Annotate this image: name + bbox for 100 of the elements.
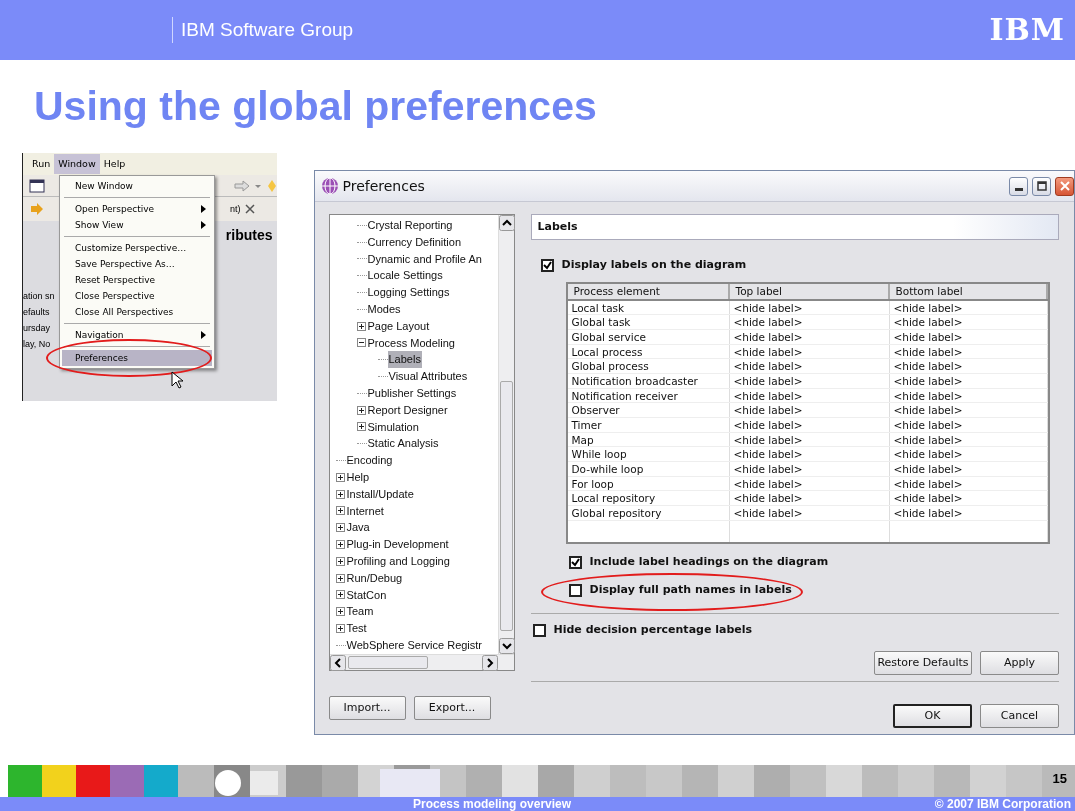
table-cell: <hide label> xyxy=(729,447,890,462)
horizontal-scrollbar[interactable] xyxy=(329,654,514,670)
scroll-right-icon[interactable] xyxy=(481,655,498,671)
tree-item[interactable]: Profiling and Logging xyxy=(345,552,451,570)
menu-item[interactable]: Reset Perspective xyxy=(62,272,212,288)
table-cell: <hide label> xyxy=(889,344,1048,359)
checkbox[interactable] xyxy=(568,584,582,598)
table-cell: <hide label> xyxy=(729,300,890,315)
tree-item[interactable]: Static Analysis xyxy=(366,435,440,453)
table-cell: <hide label> xyxy=(889,329,1048,344)
tree-item[interactable]: Locale Settings xyxy=(366,267,444,285)
footer-subject: Process modeling overview xyxy=(413,797,572,811)
tree-item[interactable]: Publisher Settings xyxy=(366,384,458,402)
expand-icon[interactable] xyxy=(335,607,345,617)
menubar-item[interactable]: Help xyxy=(99,153,130,175)
table-cell: <hide label> xyxy=(889,403,1048,417)
submenu-arrow-icon xyxy=(201,331,206,339)
dialog-button[interactable]: Cancel xyxy=(980,704,1059,729)
table-cell: <hide label> xyxy=(729,329,890,344)
expand-icon[interactable] xyxy=(335,624,345,633)
expand-icon[interactable] xyxy=(356,405,366,415)
tree-item[interactable]: Test xyxy=(345,620,368,637)
tree-item[interactable]: Dynamic and Profile An xyxy=(366,250,483,268)
collapse-icon[interactable] xyxy=(356,338,366,348)
menubar-item[interactable]: Run xyxy=(28,153,55,175)
expand-icon[interactable] xyxy=(335,540,345,550)
table-cell: Timer xyxy=(567,418,730,432)
menu-item[interactable]: Open Perspective xyxy=(62,201,212,217)
expand-icon[interactable] xyxy=(335,523,345,533)
tree-item[interactable]: Page Layout xyxy=(366,317,431,335)
tree-item[interactable]: Logging Settings xyxy=(366,284,451,301)
tree-item[interactable]: Help xyxy=(345,468,371,486)
menu-item[interactable]: Navigation xyxy=(62,327,212,343)
tree-item[interactable]: Encoding xyxy=(345,452,394,469)
table-cell: Notification receiver xyxy=(567,388,730,403)
menu-item[interactable]: Close Perspective xyxy=(62,288,212,304)
dialog-button[interactable]: OK xyxy=(893,704,972,729)
tree-item[interactable]: Run/Debug xyxy=(345,569,404,587)
expand-icon[interactable] xyxy=(356,422,366,432)
dialog-button[interactable]: Export... xyxy=(413,696,491,720)
tree-item[interactable]: Team xyxy=(345,603,375,621)
tree-item[interactable]: Labels xyxy=(387,351,422,369)
tree-item[interactable]: Visual Attributes xyxy=(387,368,469,385)
tree-item[interactable]: StatCon xyxy=(345,586,388,604)
tree-item[interactable]: Install/Update xyxy=(345,485,415,503)
menu-item[interactable]: Show View xyxy=(62,217,212,233)
tree-item[interactable]: Internet xyxy=(345,502,385,520)
tree-item[interactable]: Plug-in Development xyxy=(345,536,450,553)
column-header[interactable]: Bottom label xyxy=(889,283,1048,299)
tree-item[interactable]: Simulation xyxy=(366,418,420,436)
table-cell: Global service xyxy=(567,329,730,344)
minimize-button[interactable] xyxy=(1009,176,1028,196)
table-cell: <hide label> xyxy=(889,462,1048,476)
window-icon[interactable] xyxy=(29,178,45,193)
checkbox[interactable] xyxy=(568,555,582,569)
scroll-thumb[interactable] xyxy=(499,381,513,631)
column-header[interactable]: Top label xyxy=(729,283,890,299)
dialog-button[interactable]: Apply xyxy=(980,651,1059,676)
tree-item[interactable]: Crystal Reporting xyxy=(366,217,454,234)
table-cell: <hide label> xyxy=(889,388,1048,403)
expand-icon[interactable] xyxy=(335,489,345,499)
checkbox[interactable] xyxy=(532,623,546,637)
dialog-button[interactable]: Restore Defaults xyxy=(874,651,972,676)
expand-icon[interactable] xyxy=(335,472,345,482)
menu-item[interactable]: Save Perspective As… xyxy=(62,256,212,272)
tree-item[interactable]: Java xyxy=(345,519,371,537)
maximize-button[interactable] xyxy=(1032,176,1051,196)
header-group-name: IBM Software Group xyxy=(181,17,354,42)
expand-icon[interactable] xyxy=(335,556,345,566)
tree-item[interactable]: Currency Definition xyxy=(366,233,463,251)
table-cell: For loop xyxy=(567,476,730,491)
expand-icon[interactable] xyxy=(335,506,345,516)
close-icon[interactable] xyxy=(244,204,255,214)
table-cell: Notification broadcaster xyxy=(567,373,730,388)
checkbox-label: Display full path names in labels xyxy=(589,582,792,599)
tree-item[interactable]: WebSphere Service Registr xyxy=(345,636,484,654)
vertical-scrollbar[interactable] xyxy=(497,215,514,654)
expand-icon[interactable] xyxy=(335,573,345,583)
checkbox[interactable] xyxy=(540,258,554,272)
tree-item[interactable]: Modes xyxy=(366,301,402,318)
dialog-button[interactable]: Import... xyxy=(328,696,406,720)
editor-tab[interactable]: nt) xyxy=(230,201,241,217)
close-button[interactable] xyxy=(1055,176,1074,196)
table-cell: <hide label> xyxy=(889,373,1048,388)
tree-item[interactable]: Process Modeling xyxy=(366,334,456,352)
menu-item[interactable]: Customize Perspective… xyxy=(62,240,212,256)
tree-item[interactable]: Report Designer xyxy=(366,401,449,419)
menu-item[interactable]: Close All Perspectives xyxy=(62,304,212,320)
table-cell: <hide label> xyxy=(889,491,1048,506)
expand-icon[interactable] xyxy=(356,321,366,331)
scroll-down-icon[interactable] xyxy=(498,638,515,654)
menu-item[interactable]: Preferences xyxy=(62,350,212,366)
close-icon xyxy=(1059,181,1070,191)
menubar-item[interactable]: Window xyxy=(54,153,100,175)
header-divider xyxy=(172,17,173,43)
expand-icon[interactable] xyxy=(335,590,345,600)
scroll-up-icon[interactable] xyxy=(498,215,515,231)
column-header[interactable]: Process element xyxy=(567,283,730,299)
scroll-thumb[interactable] xyxy=(347,656,428,669)
scroll-left-icon[interactable] xyxy=(329,655,346,671)
